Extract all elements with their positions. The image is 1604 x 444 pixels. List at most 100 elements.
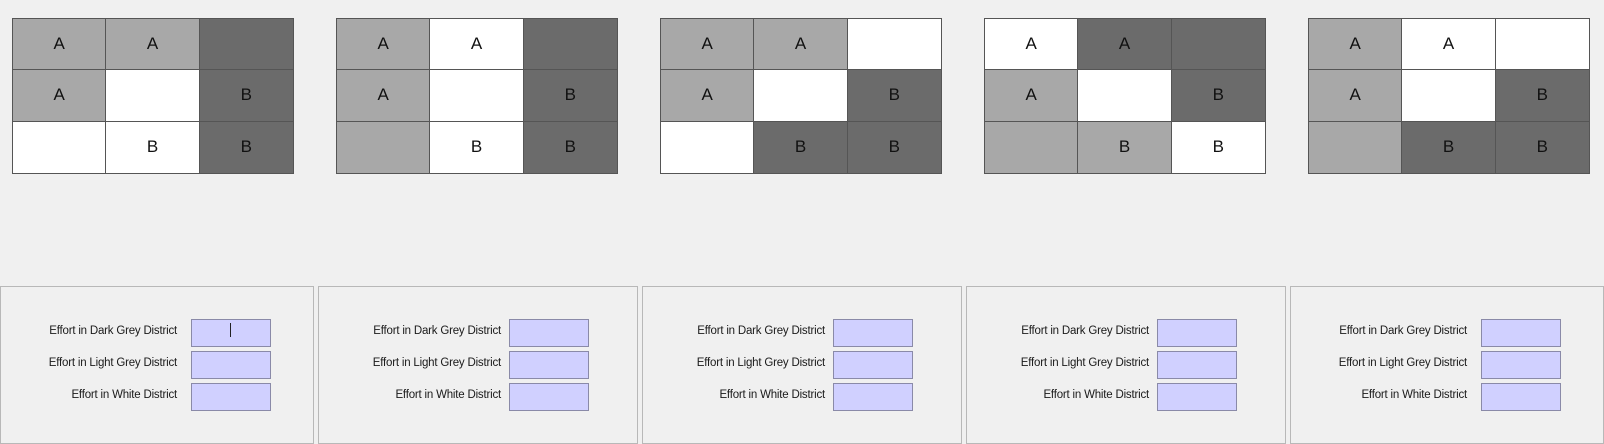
effort-row: Effort in White District bbox=[967, 383, 1285, 411]
effort-row: Effort in Light Grey District bbox=[967, 351, 1285, 379]
district-cell: A bbox=[661, 70, 755, 122]
district-map-4: AAABBB bbox=[984, 18, 1266, 174]
dark-grey-effort-label: Effort in Dark Grey District bbox=[1339, 325, 1467, 337]
light-grey-effort-input[interactable] bbox=[833, 351, 913, 379]
effort-panel-3: Effort in Dark Grey District Effort in Li… bbox=[642, 286, 962, 444]
white-effort-input[interactable] bbox=[191, 383, 271, 411]
white-effort-label: Effort in White District bbox=[1361, 389, 1467, 401]
dark-grey-effort-input[interactable] bbox=[1157, 319, 1237, 347]
effort-row: Effort in Light Grey District bbox=[1, 351, 313, 379]
effort-row: Effort in Dark Grey District bbox=[1, 319, 313, 347]
white-effort-label: Effort in White District bbox=[71, 389, 177, 401]
district-cell: A bbox=[337, 19, 431, 71]
district-cell bbox=[1078, 70, 1172, 122]
effort-row: Effort in Light Grey District bbox=[643, 351, 961, 379]
district-cell bbox=[337, 121, 431, 173]
light-grey-effort-label: Effort in Light Grey District bbox=[48, 357, 177, 369]
dark-grey-effort-input[interactable] bbox=[509, 319, 589, 347]
district-cell bbox=[1495, 19, 1589, 71]
district-cell: A bbox=[754, 19, 848, 71]
dark-grey-effort-label: Effort in Dark Grey District bbox=[697, 325, 825, 337]
district-cell bbox=[523, 19, 617, 71]
district-cell: B bbox=[106, 121, 200, 173]
district-cell: A bbox=[1309, 70, 1403, 122]
district-cell: B bbox=[199, 70, 293, 122]
light-grey-effort-input[interactable] bbox=[509, 351, 589, 379]
district-cell: A bbox=[1078, 19, 1172, 71]
white-effort-input[interactable] bbox=[1157, 383, 1237, 411]
district-cell: B bbox=[847, 70, 941, 122]
light-grey-effort-label: Effort in Light Grey District bbox=[1020, 357, 1149, 369]
effort-row: Effort in Dark Grey District bbox=[1291, 319, 1603, 347]
white-effort-input[interactable] bbox=[1481, 383, 1561, 411]
district-map-1: AAABBB bbox=[12, 18, 294, 174]
district-cell bbox=[13, 121, 107, 173]
dark-grey-effort-input[interactable] bbox=[1481, 319, 1561, 347]
effort-row: Effort in White District bbox=[643, 383, 961, 411]
district-cell bbox=[985, 121, 1079, 173]
district-cell bbox=[199, 19, 293, 71]
white-effort-input[interactable] bbox=[833, 383, 913, 411]
district-cell: A bbox=[430, 19, 524, 71]
district-cell: A bbox=[661, 19, 755, 71]
effort-row: Effort in White District bbox=[1291, 383, 1603, 411]
white-effort-label: Effort in White District bbox=[395, 389, 501, 401]
white-effort-label: Effort in White District bbox=[719, 389, 825, 401]
district-cell bbox=[847, 19, 941, 71]
district-cell: B bbox=[430, 121, 524, 173]
district-cell: B bbox=[1171, 121, 1265, 173]
light-grey-effort-label: Effort in Light Grey District bbox=[372, 357, 501, 369]
district-cell: B bbox=[1495, 121, 1589, 173]
district-map-2: AAABBB bbox=[336, 18, 618, 174]
district-cell bbox=[1171, 19, 1265, 71]
district-cell bbox=[754, 70, 848, 122]
dark-grey-effort-input[interactable] bbox=[191, 319, 271, 347]
district-cell: B bbox=[1495, 70, 1589, 122]
district-cell: A bbox=[985, 19, 1079, 71]
district-cell: A bbox=[985, 70, 1079, 122]
light-grey-effort-input[interactable] bbox=[191, 351, 271, 379]
district-cell: B bbox=[754, 121, 848, 173]
district-cell: A bbox=[1402, 19, 1496, 71]
district-cell: A bbox=[337, 70, 431, 122]
dark-grey-effort-input[interactable] bbox=[833, 319, 913, 347]
effort-panel-2: Effort in Dark Grey District Effort in Li… bbox=[318, 286, 638, 444]
effort-row: Effort in Dark Grey District bbox=[319, 319, 637, 347]
light-grey-effort-label: Effort in Light Grey District bbox=[696, 357, 825, 369]
light-grey-effort-input[interactable] bbox=[1481, 351, 1561, 379]
effort-row: Effort in Light Grey District bbox=[1291, 351, 1603, 379]
district-cell bbox=[430, 70, 524, 122]
text-cursor bbox=[230, 323, 231, 337]
effort-row: Effort in Dark Grey District bbox=[643, 319, 961, 347]
light-grey-effort-label: Effort in Light Grey District bbox=[1338, 357, 1467, 369]
white-effort-input[interactable] bbox=[509, 383, 589, 411]
district-map-3: AAABBB bbox=[660, 18, 942, 174]
effort-panel-1: Effort in Dark Grey District Effort in Li… bbox=[0, 286, 314, 444]
effort-row: Effort in Dark Grey District bbox=[967, 319, 1285, 347]
light-grey-effort-input[interactable] bbox=[1157, 351, 1237, 379]
district-cell: B bbox=[523, 70, 617, 122]
district-cell: A bbox=[106, 19, 200, 71]
district-cell: A bbox=[1309, 19, 1403, 71]
effort-row: Effort in White District bbox=[1, 383, 313, 411]
district-cell: A bbox=[13, 19, 107, 71]
effort-row: Effort in Light Grey District bbox=[319, 351, 637, 379]
effort-panel-4: Effort in Dark Grey District Effort in Li… bbox=[966, 286, 1286, 444]
dark-grey-effort-label: Effort in Dark Grey District bbox=[373, 325, 501, 337]
district-map-5: AAABBB bbox=[1308, 18, 1590, 174]
effort-row: Effort in White District bbox=[319, 383, 637, 411]
district-cell: B bbox=[847, 121, 941, 173]
district-cell: A bbox=[13, 70, 107, 122]
district-cell: B bbox=[199, 121, 293, 173]
district-cell: B bbox=[1402, 121, 1496, 173]
district-cell bbox=[1402, 70, 1496, 122]
dark-grey-effort-label: Effort in Dark Grey District bbox=[49, 325, 177, 337]
dark-grey-effort-label: Effort in Dark Grey District bbox=[1021, 325, 1149, 337]
white-effort-label: Effort in White District bbox=[1043, 389, 1149, 401]
district-cell bbox=[661, 121, 755, 173]
district-cell bbox=[106, 70, 200, 122]
effort-panel-5: Effort in Dark Grey District Effort in Li… bbox=[1290, 286, 1604, 444]
district-cell: B bbox=[523, 121, 617, 173]
district-cell: B bbox=[1078, 121, 1172, 173]
district-cell bbox=[1309, 121, 1403, 173]
